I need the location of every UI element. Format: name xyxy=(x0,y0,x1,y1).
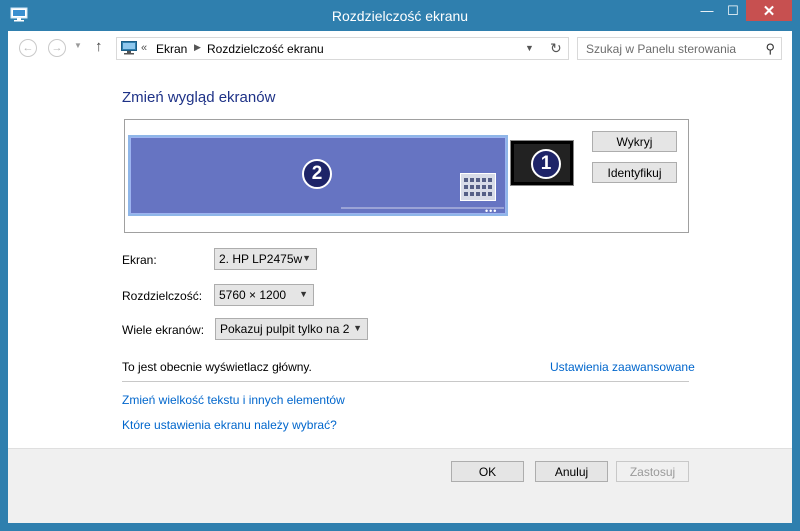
back-button[interactable]: ← xyxy=(19,39,37,57)
monitor-1-number: 1 xyxy=(531,149,561,179)
up-button[interactable]: ↑ xyxy=(95,38,103,55)
address-bar: ← → ▼ ↑ « Ekran ▶ Rozdzielczość ekranu ▼… xyxy=(8,31,792,66)
display-resolution-window: Rozdzielczość ekranu — ☐ ✕ ← → ▼ ↑ « Ekr… xyxy=(0,0,800,531)
breadcrumb-item-display[interactable]: Ekran xyxy=(156,42,187,56)
monitor-2-taskbar xyxy=(341,207,504,209)
ok-button[interactable]: OK xyxy=(451,461,524,482)
breadcrumb-overflow[interactable]: « xyxy=(141,42,147,54)
recent-locations-dropdown[interactable]: ▼ xyxy=(74,41,82,50)
search-placeholder: Szukaj w Panelu sterowania xyxy=(586,42,737,56)
cancel-button[interactable]: Anuluj xyxy=(535,461,608,482)
display-help-link[interactable]: Które ustawienia ekranu należy wybrać? xyxy=(122,418,337,432)
resolution-label: Rozdzielczość: xyxy=(122,289,203,303)
apply-button[interactable]: Zastosuj xyxy=(616,461,689,482)
divider xyxy=(122,381,689,382)
multiple-displays-select[interactable]: Pokazuj pulpit tylko na 2 ▼ xyxy=(215,318,368,340)
search-input[interactable]: Szukaj w Panelu sterowania ⚲ xyxy=(577,37,782,60)
text-size-link[interactable]: Zmień wielkość tekstu i innych elementów xyxy=(122,393,345,407)
advanced-settings-link[interactable]: Ustawienia zaawansowane xyxy=(550,360,695,374)
more-dots-icon: ••• xyxy=(485,206,498,216)
primary-display-text: To jest obecnie wyświetlacz główny. xyxy=(122,360,312,374)
arrow-right-icon: → xyxy=(51,42,63,54)
monitor-2[interactable]: 2 ••• xyxy=(130,137,506,216)
resolution-value: 5760 × 1200 xyxy=(219,288,287,302)
page-heading: Zmień wygląd ekranów xyxy=(122,89,276,106)
window-client-area: ← → ▼ ↑ « Ekran ▶ Rozdzielczość ekranu ▼… xyxy=(8,31,792,523)
refresh-icon[interactable]: ↻ xyxy=(550,40,562,57)
screen-value: 2. HP LP2475w xyxy=(219,252,303,266)
breadcrumb-item-resolution[interactable]: Rozdzielczość ekranu xyxy=(207,42,324,56)
dialog-footer: OK Anuluj Zastosuj xyxy=(8,448,792,523)
close-button[interactable]: ✕ xyxy=(746,0,792,21)
chevron-down-icon: ▼ xyxy=(299,289,308,299)
arrow-up-icon: ↑ xyxy=(95,38,103,55)
window-title: Rozdzielczość ekranu xyxy=(331,8,469,24)
monitor-arrangement-area: 2 ••• 1 Wykryj Identyfikuj xyxy=(124,119,689,233)
identify-button[interactable]: Identyfikuj xyxy=(592,162,677,183)
multiple-displays-label: Wiele ekranów: xyxy=(122,323,205,337)
address-field[interactable]: « Ekran ▶ Rozdzielczość ekranu ▼ ↻ xyxy=(116,37,569,60)
resolution-select[interactable]: 5760 × 1200 ▼ xyxy=(214,284,314,306)
chevron-down-icon: ▼ xyxy=(302,253,311,263)
screen-label: Ekran: xyxy=(122,253,157,267)
minimize-button[interactable]: — xyxy=(694,0,720,21)
chevron-right-icon[interactable]: ▶ xyxy=(194,42,201,53)
start-tiles-icon xyxy=(460,173,496,201)
chevron-down-icon: ▼ xyxy=(353,323,362,333)
arrow-left-icon: ← xyxy=(22,42,34,54)
multiple-displays-value: Pokazuj pulpit tylko na 2 xyxy=(220,322,350,336)
detect-button[interactable]: Wykryj xyxy=(592,131,677,152)
forward-button[interactable]: → xyxy=(48,39,66,57)
monitor-2-number: 2 xyxy=(302,159,332,189)
monitor-1[interactable]: 1 xyxy=(510,140,574,186)
display-icon xyxy=(121,41,137,55)
maximize-button[interactable]: ☐ xyxy=(720,0,746,21)
title-bar: Rozdzielczość ekranu — ☐ ✕ xyxy=(0,0,800,32)
screen-select[interactable]: 2. HP LP2475w ▼ xyxy=(214,248,317,270)
search-icon[interactable]: ⚲ xyxy=(765,41,775,57)
chevron-down-icon[interactable]: ▼ xyxy=(525,43,534,53)
